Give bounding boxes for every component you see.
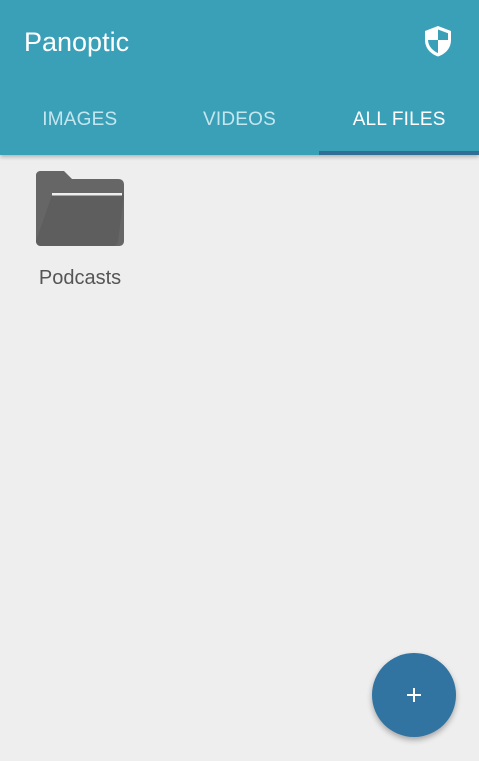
tab-images[interactable]: IMAGES [0,84,160,155]
tab-label: IMAGES [42,108,118,130]
app-title: Panoptic [24,27,130,57]
folder-item[interactable]: Podcasts [20,165,140,295]
tab-bar: IMAGES VIDEOS ALL FILES [0,84,479,155]
tab-label: VIDEOS [203,108,276,130]
tab-label: ALL FILES [352,108,446,130]
shield-icon[interactable] [420,23,456,59]
app-bar: Panoptic IMAGES VIDEOS ALL FILES [0,0,479,155]
tab-videos[interactable]: VIDEOS [160,84,320,155]
plus-icon [407,688,421,702]
folder-icon [36,171,124,246]
folder-name: Podcasts [38,267,122,289]
app-root: Panoptic IMAGES VIDEOS ALL FILES Podcast… [0,0,479,761]
add-fab-button[interactable] [372,653,456,737]
tab-active-indicator [319,151,479,155]
tab-all-files[interactable]: ALL FILES [319,84,479,155]
